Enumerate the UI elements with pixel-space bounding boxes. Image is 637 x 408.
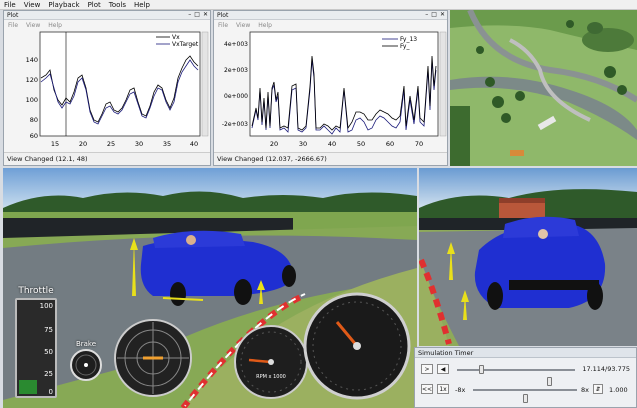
plot1-ytick: 140 [26,56,38,64]
plot2-ytick: 0e+000 [224,93,248,100]
simulation-timer-panel: Simulation Timer > ◀ 17.114/93.775 << 1x… [414,347,637,408]
menu-tools[interactable]: Tools [109,1,126,9]
plot2-xtick: 20 [270,140,278,148]
plot1-menu-help[interactable]: Help [48,22,62,29]
plot-window-1: Plot – □ ✕ File View Help 140 120 100 80 6… [3,10,211,166]
plot1-xtick: 25 [107,140,115,148]
speed-value: 1.000 [609,386,628,394]
plot1-xtick: 35 [163,140,171,148]
throttle-tick: 0 [48,388,53,396]
plot2-legend-fy: Fy_ [400,43,410,50]
menu-playback[interactable]: Playback [48,1,79,9]
plot2-statusbar: View Changed (12.037, -2666.67) [214,152,447,165]
plot2-xtick: 60 [386,140,394,148]
plot2-vscrollbar [439,31,447,137]
plot1-menu-view[interactable]: View [26,22,40,29]
throttle-label: Throttle [18,286,54,296]
maximize-icon[interactable]: □ [431,11,437,18]
plot1-ytick: 100 [26,96,38,104]
plot-window-2: Plot – □ ✕ File View Help 4e+003 2e+003 0e… [213,10,448,166]
plot2-menu-view[interactable]: View [236,22,250,29]
overhead-track-view[interactable] [450,10,637,166]
plot1-ytick: 80 [30,116,38,124]
plot2-ytick: 4e+003 [224,41,248,48]
main-3d-view[interactable]: Throttle 100 75 50 25 0 Brake RPM x 1000 [3,168,417,408]
rewind-button[interactable]: << [421,384,433,394]
play-button[interactable]: > [421,364,433,374]
throttle-fill [19,380,37,394]
brake-label: Brake [75,340,97,348]
plot1-ytick: 60 [30,132,38,140]
speed-slider-lower[interactable] [523,394,528,403]
throttle-gauge: Throttle 100 75 50 25 0 [11,286,61,400]
plot2-area[interactable]: 4e+003 2e+003 0e+000 -2e+003 20 30 40 50… [214,30,447,151]
plot1-vscrollbar [201,31,209,137]
timeline-track [457,369,575,371]
menu-file[interactable]: File [4,1,16,9]
throttle-bar: 100 75 50 25 0 [15,298,57,398]
throttle-tick: 100 [39,302,53,310]
menu-plot[interactable]: Plot [88,1,101,9]
speed-slider-upper[interactable] [547,377,552,386]
minimize-icon[interactable]: – [188,11,191,18]
minimize-icon[interactable]: – [425,11,428,18]
plot-window-2-titlebar: Plot – □ ✕ [214,11,447,20]
throttle-tick: 75 [44,326,53,334]
plot-window-1-title: Plot [7,11,19,19]
speed-min-label: -8x [455,386,466,394]
plot1-xtick: 20 [79,140,87,148]
time-readout: 17.114/93.775 [582,365,630,373]
speedometer-gauge [303,292,411,400]
menu-view[interactable]: View [24,1,41,9]
plot2-menu-file[interactable]: File [218,22,228,29]
plot-window-2-title: Plot [217,11,229,19]
plot2-ytick: 2e+003 [224,67,248,74]
plot1-area[interactable]: 140 120 100 80 60 15 20 25 30 35 40 Vx V… [4,30,210,151]
plot-window-2-menu: File View Help [214,20,447,30]
plot1-xtick: 30 [135,140,143,148]
plot2-status-text: View Changed (12.037, -2666.67) [217,155,327,163]
plot1-xtick: 15 [51,140,59,148]
plot2-legend-fy13: Fy_13 [400,36,417,43]
one-x-button[interactable]: 1x [437,384,449,394]
speed-spinner[interactable]: ⇵ [593,384,603,394]
plot-window-1-menu: File View Help [4,20,210,30]
speed-track [473,389,577,391]
plot1-menu-file[interactable]: File [8,22,18,29]
close-icon[interactable]: ✕ [203,11,208,18]
plot2-frame [249,31,439,137]
steering-gauge [114,319,192,397]
brake-dial-icon [70,349,102,381]
simulation-timer-title: Simulation Timer [415,348,636,358]
app-menubar: File View Playback Plot Tools Help [0,0,637,10]
timeline-slider[interactable] [479,365,484,374]
plot2-xtick: 70 [415,140,423,148]
menu-help[interactable]: Help [134,1,150,9]
rpm-gauge: RPM x 1000 [233,324,309,400]
plot1-ytick: 120 [26,76,38,84]
maximize-icon[interactable]: □ [194,11,200,18]
plot2-xtick: 50 [357,140,365,148]
throttle-tick: 25 [44,370,53,378]
plot2-xtick: 40 [328,140,336,148]
speaker-icon[interactable]: ◀ [437,364,449,374]
plot-window-1-titlebar: Plot – □ ✕ [4,11,210,20]
plot1-statusbar: View Changed (12.1, 48) [4,152,210,165]
plot2-xtick: 30 [299,140,307,148]
plot2-ytick: -2e+003 [222,121,248,128]
close-icon[interactable]: ✕ [440,11,445,18]
plot1-legend-vxtarget: VxTarget [172,41,199,48]
chase-camera-view[interactable] [419,168,637,346]
plot1-xtick: 40 [190,140,198,148]
rpm-label: RPM x 1000 [256,374,286,380]
plot2-menu-help[interactable]: Help [258,22,272,29]
plot1-status-text: View Changed (12.1, 48) [7,155,88,163]
brake-gauge: Brake [69,340,103,388]
plot1-legend-vx: Vx [172,34,180,41]
speed-max-label: 8x [581,386,589,394]
throttle-tick: 50 [44,348,53,356]
